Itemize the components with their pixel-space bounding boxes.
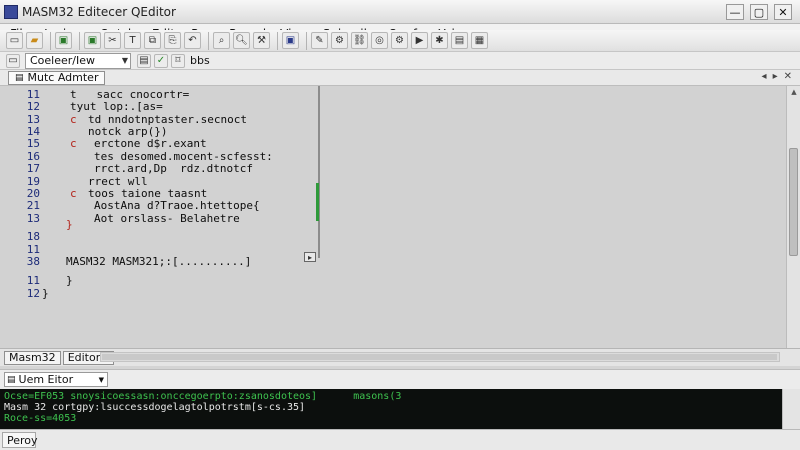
undo-icon[interactable]: ↶	[184, 32, 201, 49]
toolbar-divider	[50, 31, 51, 50]
line-number: 17	[26, 162, 40, 175]
code-line[interactable]: }	[66, 274, 73, 287]
output-panel-icon: ▤	[7, 374, 16, 385]
doc-icon[interactable]: ▭	[6, 53, 20, 68]
run-icon[interactable]: ▶	[411, 32, 428, 49]
toolbar-combo-value: Coeleer/Iew	[30, 54, 96, 67]
editor-vertical-scrollbar[interactable]: ▲ ▼	[786, 86, 800, 358]
code-line[interactable]: AostAna d?Traoe.htettope{	[94, 199, 260, 212]
document-controls: ◂ ▸ ✕	[762, 71, 792, 82]
paste-icon[interactable]: ⎘	[164, 32, 181, 49]
document-icon: ▤	[15, 72, 24, 83]
scroll-right-icon[interactable]: ▸	[773, 71, 778, 82]
document-tab-active[interactable]: ▤ Mutc Admter	[8, 70, 106, 85]
tab-masm32-label: Masm32	[9, 351, 56, 364]
app-icon	[4, 4, 18, 19]
build-icon[interactable]: ◎	[371, 32, 388, 49]
close-document-icon[interactable]: ✕	[784, 71, 792, 82]
toolbar-extra-label: bbs	[190, 54, 210, 67]
tab-masm32[interactable]: Masm32	[4, 350, 61, 365]
chevron-down-icon: ▼	[98, 375, 104, 384]
open-folder-icon[interactable]: ▰	[26, 32, 43, 49]
console-line: Masm 32 cortgpy:lsuccessdogelagtolpotrst…	[4, 402, 306, 413]
search-icon[interactable]: 🔍︎	[233, 32, 250, 49]
code-line[interactable]: MASM32 MASM321;:[..........]	[66, 255, 251, 268]
change-indicator	[316, 183, 319, 221]
check-icon[interactable]: ✓	[154, 53, 168, 68]
line-number: 12	[26, 100, 40, 113]
output-selector[interactable]: ▤ Uem Eitor ▼	[4, 372, 108, 387]
code-line[interactable]: Aot orslass- Belahetre	[94, 212, 240, 225]
text-icon[interactable]: T	[124, 32, 141, 49]
tab-editor-label: Editor	[67, 351, 101, 364]
document-tab-label: Mutc Admter	[27, 71, 99, 84]
pen-icon[interactable]: ✎	[311, 32, 328, 49]
window-icon[interactable]: ▣	[282, 32, 299, 49]
line-number: 18	[26, 230, 40, 243]
breakpoint-marker[interactable]: }	[66, 218, 73, 231]
fold-guide	[318, 86, 320, 258]
find-icon[interactable]: ⌕	[213, 32, 230, 49]
toolbar-divider	[208, 31, 209, 50]
icon-toolbar: ▭ ▰ ▣ ▣ ✂ T ⧉ ⎘ ↶ ⌕ 🔍︎ ⚒ ▣ ✎ ⚙ ⛓ ◎ ⚙ ▶ ✱…	[0, 30, 800, 52]
copy-icon[interactable]: ⧉	[144, 32, 161, 49]
editor-horizontal-scrollbar[interactable]	[100, 352, 780, 362]
line-number: 13	[26, 212, 40, 225]
window-controls: — ▢ ✕	[726, 4, 792, 20]
minimize-button[interactable]: —	[726, 4, 744, 20]
scrollbar-thumb[interactable]	[789, 148, 798, 256]
scroll-left-icon[interactable]: ◂	[762, 71, 767, 82]
compile-icon[interactable]: ⚙	[331, 32, 348, 49]
close-button[interactable]: ✕	[774, 4, 792, 20]
line-number: 12	[26, 287, 40, 300]
toolbar-divider	[306, 31, 307, 50]
save-all-icon[interactable]: ▣	[84, 32, 101, 49]
toolbar-divider	[277, 31, 278, 50]
console-line: Roce-ss=4053	[4, 413, 77, 424]
window-title: MASM32 Editecer QEditor	[22, 4, 176, 19]
breakpoint-marker[interactable]: c	[70, 187, 77, 200]
title-bar: MASM32 Editecer QEditor — ▢ ✕	[0, 0, 800, 24]
breakpoint-marker[interactable]: c	[70, 113, 77, 126]
line-number: 38	[26, 255, 40, 268]
horizontal-scrollbar-thumb[interactable]	[102, 354, 777, 360]
maximize-button[interactable]: ▢	[750, 4, 768, 20]
settings-icon[interactable]: ⚙	[391, 32, 408, 49]
output-console[interactable]: Ocse=EF053 snoysicoessasn:onccegoerpto:z…	[0, 389, 782, 429]
code-editor[interactable]: 11 12 13 14 15 16 17 19 20 21 13 18 11 38 11 12 ▸ t sac…	[0, 86, 790, 348]
line-number: 21	[26, 199, 40, 212]
breakpoint-marker[interactable]: c	[70, 137, 77, 150]
line-number-gutter: 11 12 13 14 15 16 17 19 20 21 13 18 11 38 11 12	[0, 86, 40, 348]
console-vertical-scrollbar[interactable]	[782, 389, 800, 429]
line-number: 11	[26, 274, 40, 287]
help-icon[interactable]: ▦	[471, 32, 488, 49]
status-ready: Peroy	[2, 432, 38, 448]
toolbar-combo[interactable]: Coeleer/Iew ▼	[25, 52, 131, 69]
status-bar: Peroy	[0, 429, 800, 450]
output-panel-header: ▤ Uem Eitor ▼	[0, 369, 800, 389]
new-file-icon[interactable]: ▭	[6, 32, 23, 49]
tag-icon[interactable]: ⌑	[171, 53, 185, 68]
document-tab-strip: ▤ Mutc Admter ◂ ▸ ✕	[0, 70, 800, 86]
toolbar-divider	[79, 31, 80, 50]
chevron-down-icon: ▼	[121, 56, 128, 65]
save-icon[interactable]: ▣	[55, 32, 72, 49]
tool-icon[interactable]: ⚒	[253, 32, 270, 49]
format-icon[interactable]: ▤	[137, 53, 151, 68]
line-number: 15	[26, 137, 40, 150]
options-icon[interactable]: ▤	[451, 32, 468, 49]
output-selector-content: ▤ Uem Eitor	[7, 373, 73, 386]
code-line[interactable]: rrct.ard,Dp rdz.dtnotcf	[94, 162, 253, 175]
code-line[interactable]: erctone d$r.exant	[94, 137, 207, 150]
closing-brace[interactable]: }	[42, 287, 49, 300]
secondary-toolbar: ▭ Coeleer/Iew ▼ ▤ ✓ ⌑ bbs	[0, 52, 800, 70]
output-selector-value: Uem Eitor	[18, 373, 74, 386]
code-line[interactable]: tyut lop:.[as=	[70, 100, 163, 113]
collapse-box-icon[interactable]: ▸	[304, 252, 316, 262]
scroll-up-icon[interactable]: ▲	[788, 86, 800, 98]
link-icon[interactable]: ⛓	[351, 32, 368, 49]
debug-icon[interactable]: ✱	[431, 32, 448, 49]
cut-icon[interactable]: ✂	[104, 32, 121, 49]
console-line: Ocse=EF053 snoysicoessasn:onccegoerpto:z…	[4, 391, 402, 402]
